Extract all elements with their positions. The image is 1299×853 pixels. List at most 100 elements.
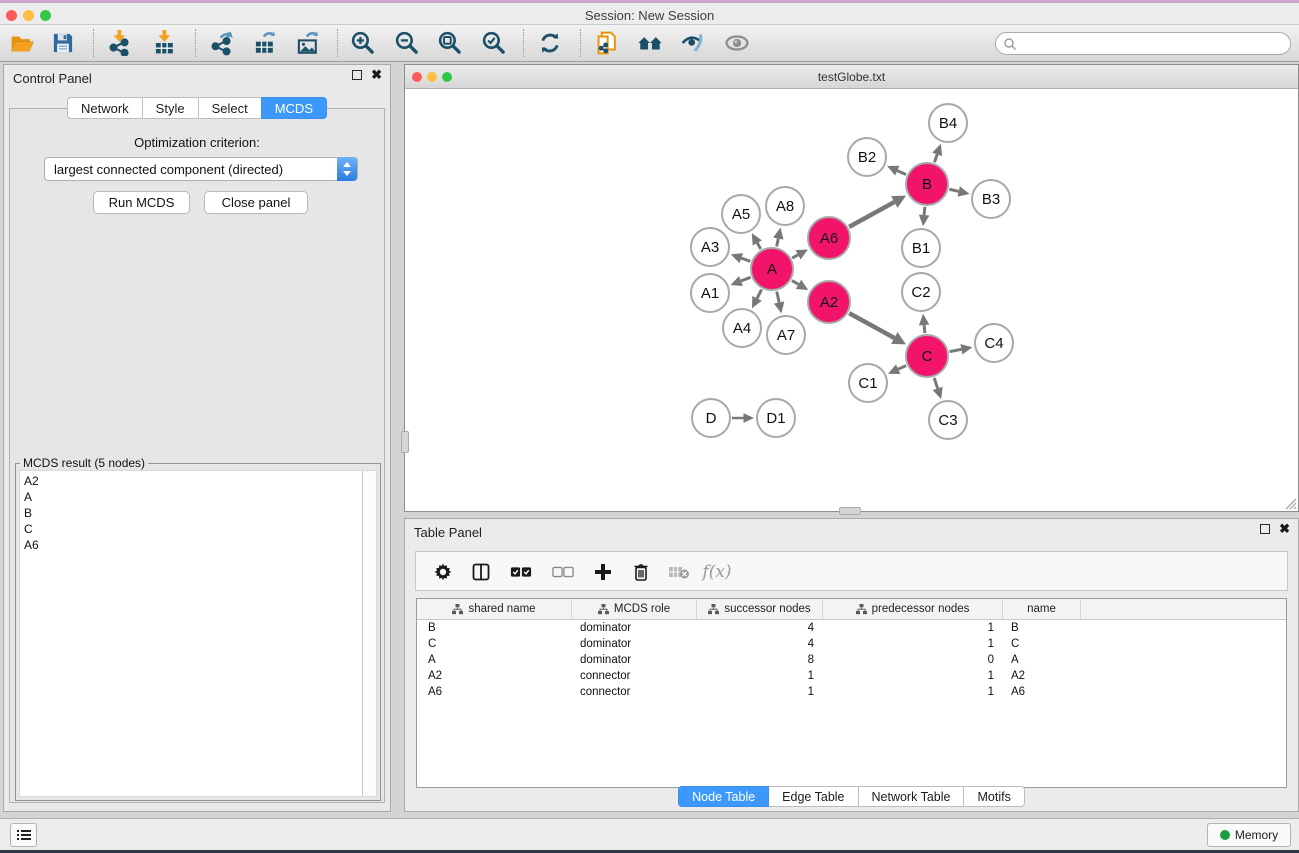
mcds-result-list[interactable]: A2ABCA6 [19, 470, 377, 797]
open-session-icon[interactable] [9, 30, 35, 56]
criterion-select[interactable]: largest connected component (directed) [44, 157, 358, 181]
function-builder-icon[interactable]: f(x) [706, 561, 728, 583]
first-neighbors-icon[interactable] [637, 30, 663, 56]
mcds-result-item[interactable]: B [24, 505, 376, 521]
table-cell: 1 [823, 668, 1003, 684]
graph-edge-A-A4[interactable] [757, 290, 762, 299]
run-mcds-button[interactable]: Run MCDS [93, 191, 190, 214]
close-panel-icon[interactable]: ✖ [1279, 524, 1290, 534]
tab-node-table[interactable]: Node Table [678, 786, 769, 807]
graph-edge-B-B3[interactable] [949, 189, 958, 191]
graph-node-label: B3 [982, 191, 1000, 208]
deselect-all-rows-icon[interactable] [552, 561, 574, 583]
graph-node-label: A2 [820, 294, 838, 311]
graph-edge-A-A3[interactable] [741, 258, 750, 261]
tab-motifs[interactable]: Motifs [963, 786, 1024, 807]
table-settings-gear-icon[interactable] [432, 561, 454, 583]
column-header-shared-name[interactable]: shared name [417, 599, 572, 619]
splitter-handle-horizontal[interactable] [839, 507, 861, 515]
graph-edge-B-B2[interactable] [897, 171, 906, 175]
graph-edge-A6-B[interactable] [849, 202, 894, 227]
table-row[interactable]: A2connector11A2 [417, 668, 1286, 684]
tab-network[interactable]: Network [67, 97, 143, 119]
graph-edge-C-C3[interactable] [934, 378, 937, 389]
search-input[interactable] [1020, 34, 1280, 53]
criterion-selected-value: largest connected component (directed) [54, 162, 283, 177]
graph-edge-A-A5[interactable] [757, 243, 760, 249]
graph-edge-A2-C[interactable] [849, 313, 894, 338]
graph-edge-arrowhead [933, 387, 943, 399]
table-panel-tabs: Node Table Edge Table Network Table Moti… [405, 786, 1298, 807]
graph-edge-arrowhead [731, 253, 743, 263]
table-cell: dominator [572, 636, 697, 652]
network-graph: B4B2BB3A8A5A6A3B1AA1C2A2A4A7C4CC1C3DD1 [405, 89, 1298, 511]
export-table-icon[interactable] [252, 30, 278, 56]
graph-edge-C-C4[interactable] [950, 349, 962, 351]
refresh-view-icon[interactable] [537, 30, 563, 56]
delete-table-icon[interactable] [668, 561, 690, 583]
zoom-out-icon[interactable] [394, 30, 420, 56]
import-network-icon[interactable] [107, 30, 133, 56]
select-all-rows-icon[interactable] [510, 561, 532, 583]
table-row[interactable]: Cdominator41C [417, 636, 1286, 652]
hierarchy-icon [452, 604, 463, 615]
zoom-fit-icon[interactable] [437, 30, 463, 56]
table-toolbar: f(x) [415, 551, 1288, 591]
search-field[interactable] [995, 32, 1291, 55]
delete-column-trash-icon[interactable] [630, 561, 652, 583]
graph-node-label: D [706, 410, 717, 427]
import-table-icon[interactable] [152, 30, 178, 56]
close-panel-icon[interactable]: ✖ [371, 70, 382, 80]
float-panel-icon[interactable] [1260, 524, 1270, 534]
table-cell: A [1003, 652, 1081, 668]
close-panel-button[interactable]: Close panel [204, 191, 308, 214]
export-network-icon[interactable] [209, 30, 235, 56]
network-window-titlebar[interactable]: testGlobe.txt [405, 65, 1298, 89]
show-all-icon[interactable] [724, 30, 750, 56]
zoom-in-icon[interactable] [350, 30, 376, 56]
mcds-result-item[interactable]: C [24, 521, 376, 537]
column-header-MCDS-role[interactable]: MCDS role [572, 599, 697, 619]
table-row[interactable]: A6connector11A6 [417, 684, 1286, 700]
tab-network-table[interactable]: Network Table [858, 786, 965, 807]
column-header-predecessor-nodes[interactable]: predecessor nodes [823, 599, 1003, 619]
hide-selected-icon[interactable] [680, 30, 706, 56]
tab-style[interactable]: Style [142, 97, 199, 119]
toggle-columns-icon[interactable] [470, 561, 492, 583]
create-column-plus-icon[interactable] [592, 561, 614, 583]
table-row[interactable]: Adominator80A [417, 652, 1286, 668]
mcds-list-scrollbar[interactable] [362, 471, 376, 796]
mcds-result-item[interactable]: A [24, 489, 376, 505]
tab-mcds[interactable]: MCDS [261, 97, 327, 119]
graph-edge-C-C1[interactable] [898, 366, 906, 370]
graph-edge-A-A2[interactable] [792, 281, 799, 285]
export-image-icon[interactable] [295, 30, 321, 56]
table-cell: A [417, 652, 572, 668]
graph-edge-B-B4[interactable] [934, 154, 937, 162]
table-row[interactable]: Bdominator41B [417, 620, 1286, 636]
splitter-handle-vertical[interactable] [401, 431, 409, 453]
search-icon [1003, 37, 1017, 51]
column-header-successor-nodes[interactable]: successor nodes [697, 599, 823, 619]
graph-edge-arrowhead [744, 413, 755, 423]
mcds-result-item[interactable]: A2 [24, 473, 376, 489]
zoom-selected-icon[interactable] [481, 30, 507, 56]
tab-edge-table[interactable]: Edge Table [768, 786, 858, 807]
graph-edge-C-C2[interactable] [924, 325, 925, 333]
memory-button[interactable]: Memory [1207, 823, 1291, 847]
column-header-name[interactable]: name [1003, 599, 1081, 619]
graph-edge-A-A7[interactable] [777, 291, 779, 302]
control-panel-tabs: Network Style Select MCDS [4, 97, 390, 119]
graph-edge-A-A1[interactable] [741, 277, 751, 281]
tab-select[interactable]: Select [198, 97, 262, 119]
graph-edge-A-A8[interactable] [777, 239, 779, 247]
network-canvas[interactable]: B4B2BB3A8A5A6A3B1AA1C2A2A4A7C4CC1C3DD1 [405, 89, 1298, 511]
float-panel-icon[interactable] [352, 70, 362, 80]
task-history-button[interactable] [10, 823, 37, 847]
graph-edge-A-A6[interactable] [792, 255, 798, 258]
save-session-icon[interactable] [50, 30, 76, 56]
clone-network-icon[interactable] [594, 30, 620, 56]
graph-edge-B-B1[interactable] [924, 207, 925, 215]
mcds-result-item[interactable]: A6 [24, 537, 376, 553]
window-resize-grip[interactable] [1283, 496, 1297, 510]
